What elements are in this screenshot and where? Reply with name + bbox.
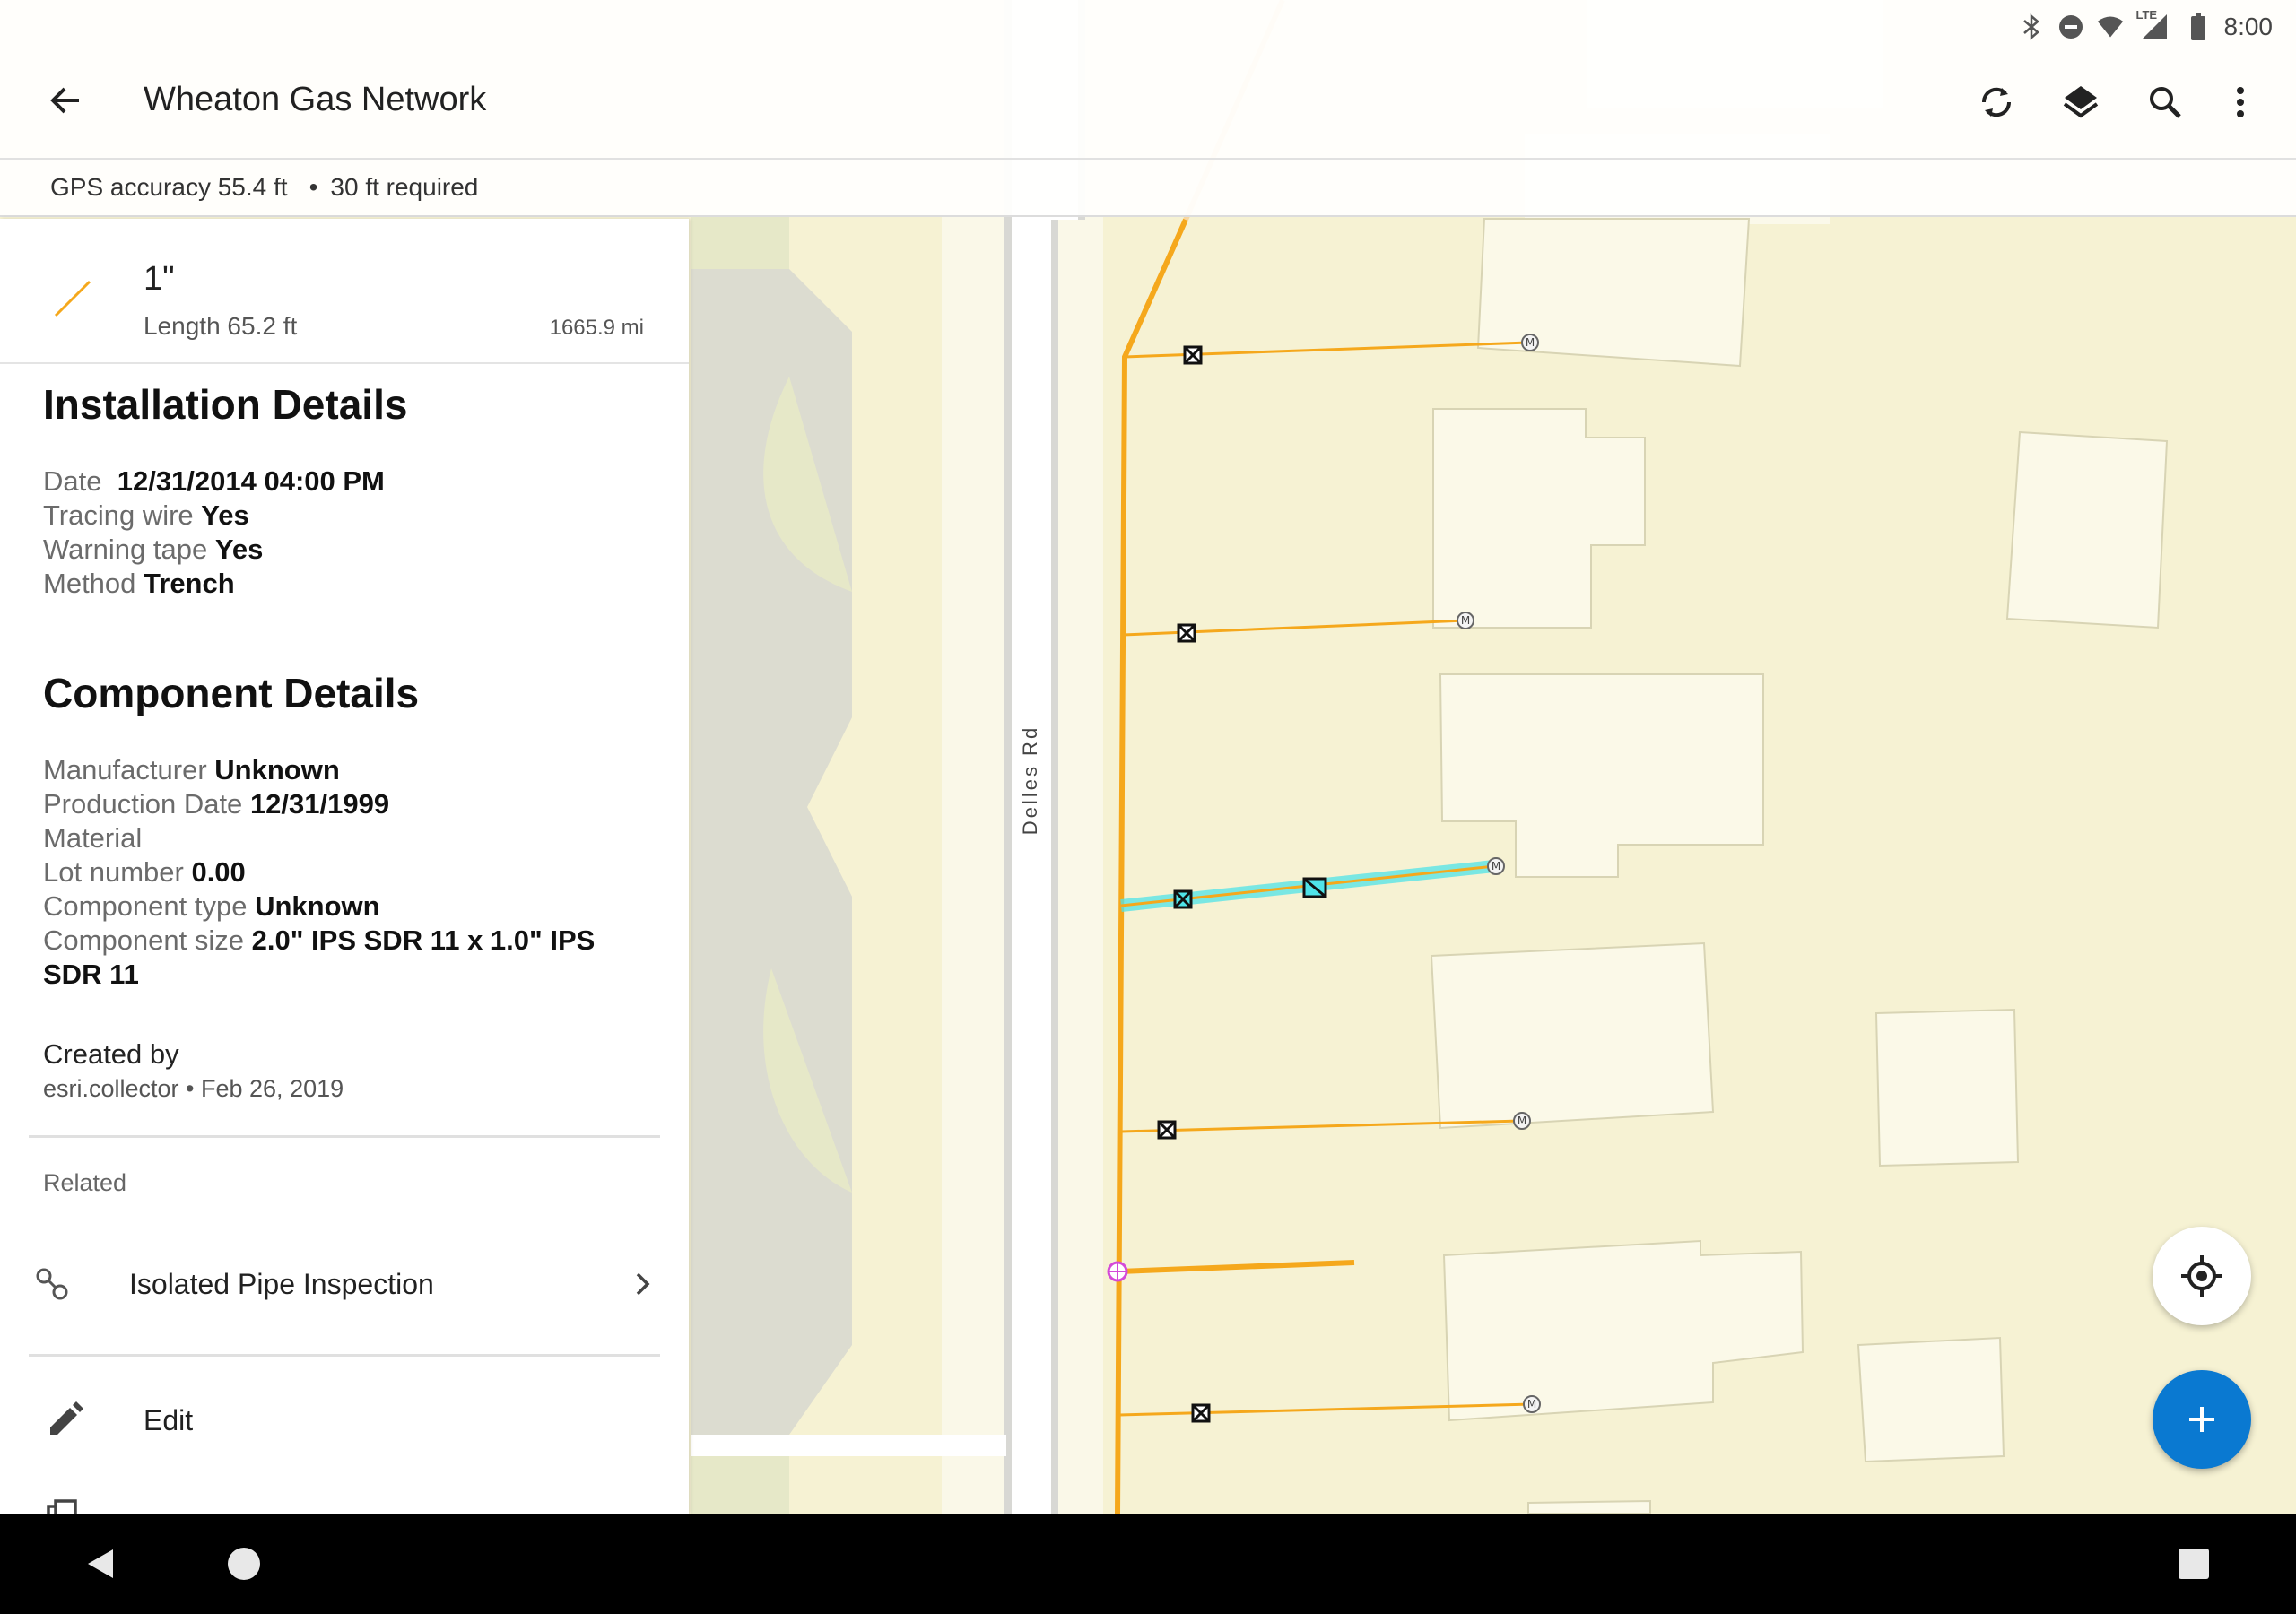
search-button[interactable]	[2136, 74, 2194, 131]
copy-icon	[47, 1499, 77, 1514]
cellular-signal-icon: LTE	[2136, 8, 2172, 40]
search-icon	[2150, 87, 2181, 118]
field-row-component-size: Component size 2.0" IPS SDR 11 x 1.0" IP…	[43, 924, 635, 992]
back-nav-icon	[88, 1549, 113, 1578]
field-row-manufacturer: Manufacturer Unknown	[43, 753, 635, 787]
field-label: Component size	[43, 924, 245, 956]
field-value: Unknown	[214, 754, 340, 785]
svg-text:M: M	[1527, 1398, 1536, 1410]
field-row-production-date: Production Date 12/31/1999	[43, 787, 635, 821]
edit-button[interactable]: Edit	[0, 1384, 689, 1456]
field-label: Date	[43, 465, 102, 497]
installation-details-title: Installation Details	[43, 381, 408, 428]
created-by-info: esri.collector • Feb 26, 2019	[43, 1075, 344, 1102]
gps-accuracy-bar: GPS accuracy 55.4 ft • 30 ft required	[0, 160, 2296, 217]
svg-text:M: M	[1518, 1115, 1526, 1127]
line-feature-icon	[54, 280, 91, 317]
battery-icon	[2185, 13, 2212, 40]
related-label: Related	[43, 1169, 127, 1196]
field-label: Material	[43, 822, 143, 854]
divider	[29, 1135, 660, 1138]
field-label: Component type	[43, 890, 248, 922]
field-label: Method	[43, 568, 136, 599]
feature-distance: 1665.9 mi	[549, 316, 644, 340]
field-row-date: Date 12/31/2014 04:00 PM	[43, 464, 635, 499]
created-by-label: Created by	[43, 1038, 179, 1070]
gps-accuracy-text: GPS accuracy 55.4 ft	[50, 173, 288, 201]
sync-icon	[1981, 87, 2012, 117]
svg-text:M: M	[1461, 614, 1470, 627]
field-row-tracing-wire: Tracing wire Yes	[43, 499, 635, 533]
field-value: Trench	[144, 568, 235, 599]
my-location-button[interactable]	[2152, 1227, 2251, 1325]
copy-button[interactable]	[0, 1492, 689, 1514]
field-row-component-type: Component type Unknown	[43, 889, 635, 924]
field-value: Yes	[214, 534, 264, 565]
feature-header: 1" Length 65.2 ft 1665.9 mi	[0, 219, 689, 364]
link-icon	[36, 1268, 68, 1300]
page-title: Wheaton Gas Network	[144, 81, 487, 118]
sync-button[interactable]	[1968, 74, 2025, 131]
do-not-disturb-icon	[2057, 13, 2084, 40]
bluetooth-icon	[2018, 13, 2045, 40]
field-value: Unknown	[255, 890, 380, 922]
svg-text:M: M	[1492, 860, 1500, 872]
field-row-method: Method Trench	[43, 567, 635, 601]
nav-back-button[interactable]	[75, 1539, 126, 1589]
field-label: Tracing wire	[43, 499, 194, 531]
home-nav-icon	[228, 1548, 260, 1580]
nav-home-button[interactable]	[219, 1539, 269, 1589]
field-label: Manufacturer	[43, 754, 207, 785]
road-label: Delles Rd	[1019, 725, 1041, 835]
svg-text:M: M	[1526, 336, 1535, 349]
feature-popup-panel: 1" Length 65.2 ft 1665.9 mi Installation…	[0, 219, 689, 1514]
system-navigation-bar	[0, 1514, 2296, 1614]
field-value: Yes	[201, 499, 249, 531]
nav-recents-button[interactable]	[2169, 1539, 2219, 1589]
add-feature-button[interactable]	[2152, 1370, 2251, 1469]
more-vert-icon	[2237, 87, 2244, 117]
app-bar: LTE 8:00 Wheaton Gas Network	[0, 0, 2296, 160]
chevron-right-icon	[636, 1272, 650, 1296]
field-row-material: Material	[43, 821, 635, 855]
back-button[interactable]	[39, 74, 93, 127]
status-time: 8:00	[2223, 13, 2274, 40]
wifi-icon	[2097, 13, 2124, 40]
related-item-label: Isolated Pipe Inspection	[129, 1268, 434, 1300]
installation-details-list: Date 12/31/2014 04:00 PM Tracing wire Ye…	[43, 464, 635, 601]
gps-separator: •	[309, 173, 318, 201]
field-label: Lot number	[43, 856, 184, 888]
arrow-back-icon	[50, 87, 79, 114]
network-type-label: LTE	[2135, 8, 2158, 22]
more-options-button[interactable]	[2212, 74, 2269, 131]
field-value: 0.00	[191, 856, 246, 888]
add-icon	[2189, 1407, 2214, 1432]
component-details-list: Manufacturer Unknown Production Date 12/…	[43, 753, 635, 992]
status-bar: LTE 8:00	[2018, 7, 2274, 47]
related-item-isolated-pipe-inspection[interactable]: Isolated Pipe Inspection	[0, 1248, 689, 1323]
divider	[29, 1354, 660, 1357]
feature-length: Length 65.2 ft	[144, 312, 298, 340]
layers-button[interactable]	[2052, 74, 2109, 131]
field-label: Warning tape	[43, 534, 208, 565]
my-location-icon	[2181, 1255, 2222, 1297]
component-details-title: Component Details	[43, 670, 420, 716]
field-value: 12/31/1999	[249, 788, 390, 820]
field-row-warning-tape: Warning tape Yes	[43, 533, 635, 567]
recents-nav-icon	[2179, 1549, 2209, 1579]
feature-title: 1"	[144, 260, 175, 298]
field-value: 12/31/2014 04:00 PM	[117, 465, 385, 497]
edit-label: Edit	[144, 1404, 194, 1436]
layers-icon	[2063, 86, 2099, 118]
pencil-icon	[50, 1401, 83, 1435]
field-row-lot-number: Lot number 0.00	[43, 855, 635, 889]
field-label: Production Date	[43, 788, 243, 820]
gps-required-text: 30 ft required	[330, 173, 479, 201]
